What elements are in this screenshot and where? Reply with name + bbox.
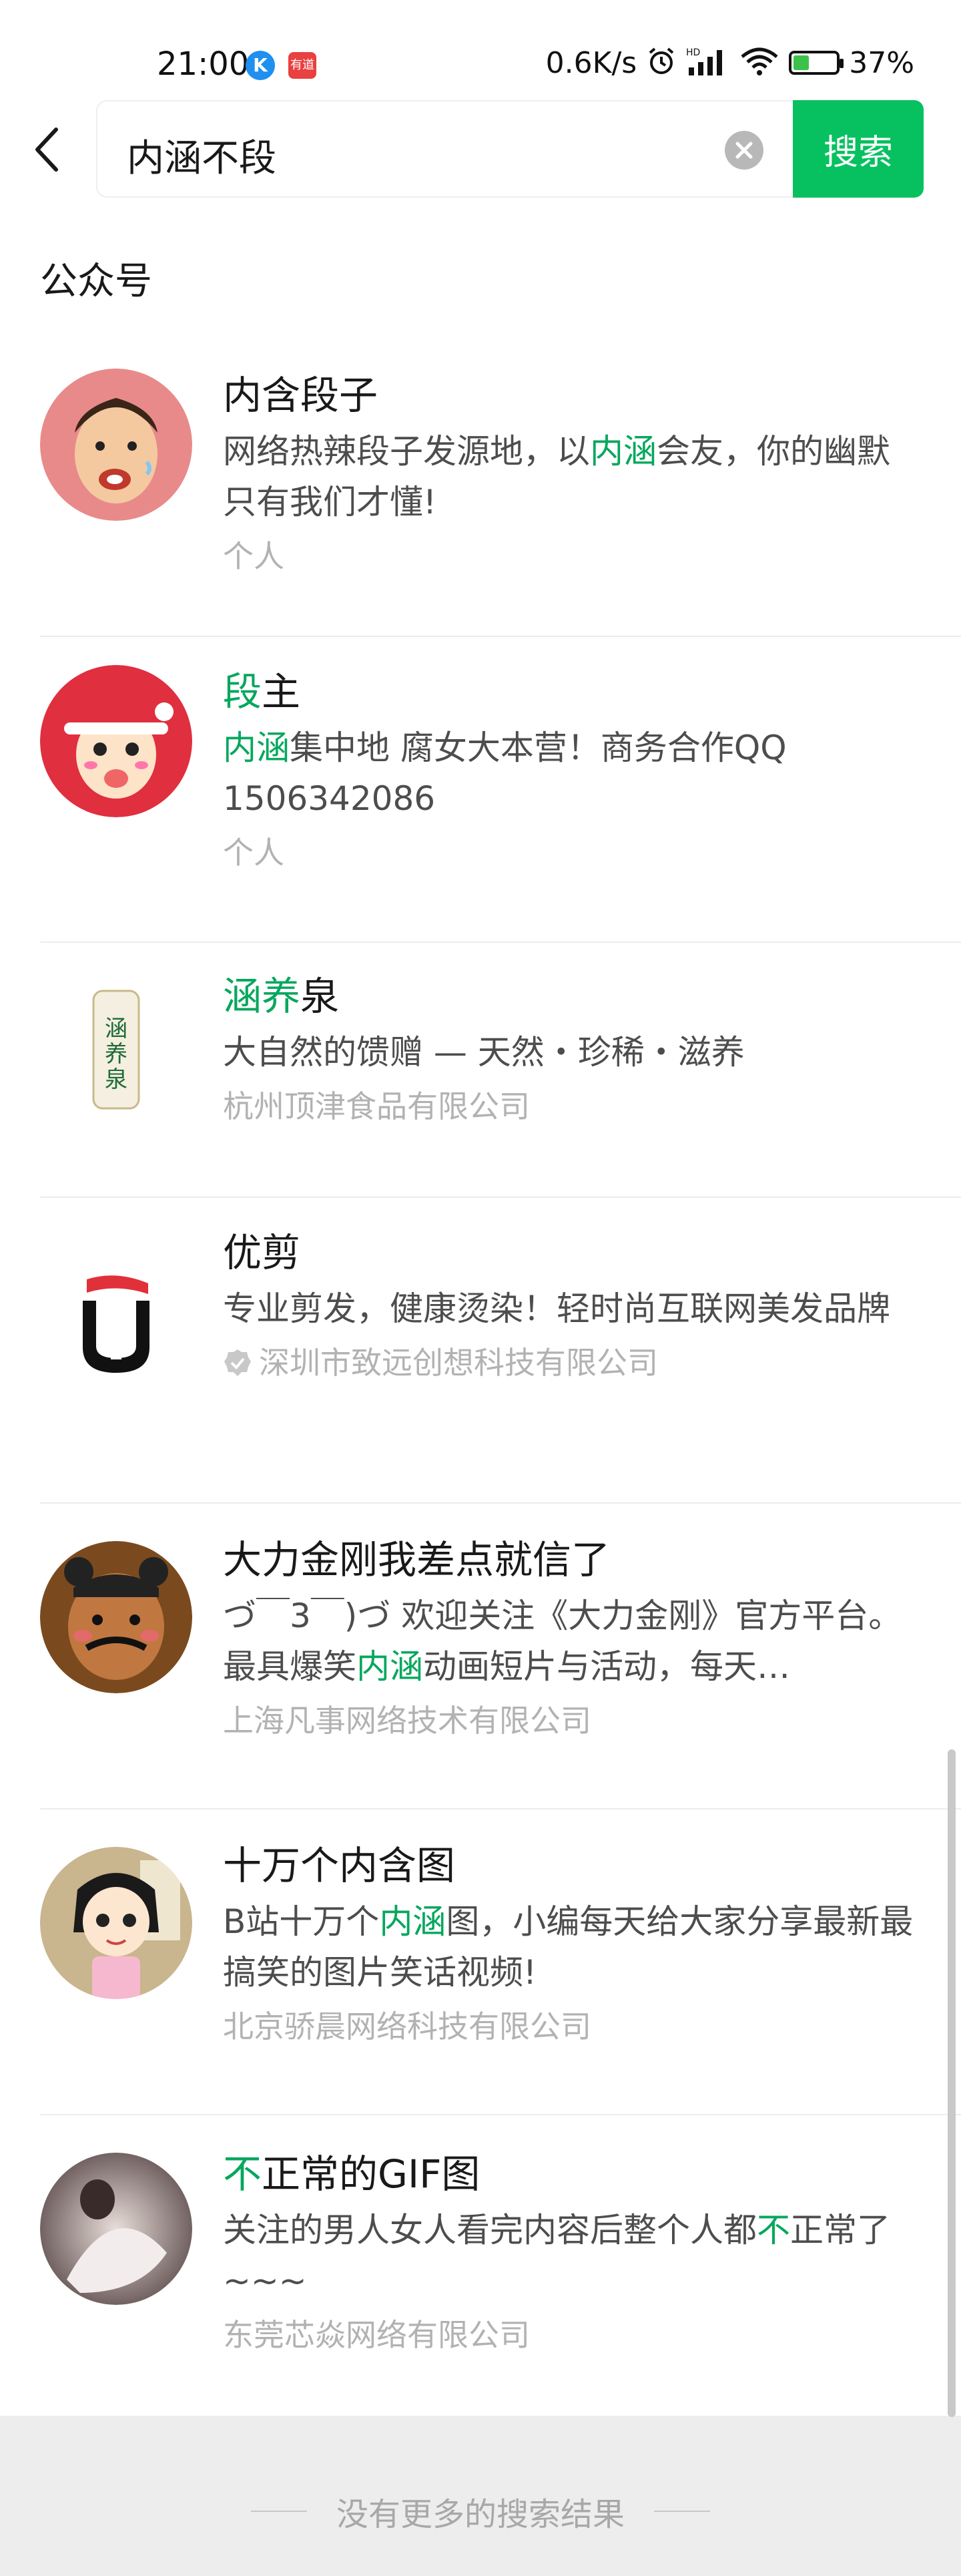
search-query-text[interactable]: 内涵不段: [127, 128, 276, 182]
result-owner: 杭州顶津食品有限公司: [223, 1088, 530, 1124]
result-description: 内涵集中地 腐女大本营！商务合作QQ 1506342086: [223, 728, 787, 818]
result-description: 关注的男人女人看完内容后整个人都不正常了~~~: [223, 2211, 890, 2300]
list-item[interactable]: 段主 内涵集中地 腐女大本营！商务合作QQ 1506342086 个人: [40, 637, 961, 943]
search-button[interactable]: 搜索: [793, 100, 924, 198]
result-owner: 深圳市致远创想科技有限公司: [223, 1341, 914, 1385]
back-button[interactable]: [29, 124, 69, 175]
result-content: 涵养泉 大自然的馈赠 — 天然・珍稀・滋养 杭州顶津食品有限公司: [223, 970, 914, 1128]
status-bar: 21:00 K 有道 0.6K/s HD 37%: [0, 0, 961, 93]
result-content: 段主 内涵集中地 腐女大本营！商务合作QQ 1506342086 个人: [223, 665, 914, 875]
result-owner: 上海凡事网络技术有限公司: [223, 1703, 591, 1739]
svg-text:HD: HD: [686, 47, 700, 58]
result-description: づ￣3￣)づ 欢迎关注《大力金刚》官方平台。最具爆笑内涵动画短片与活动，每天…: [223, 1596, 902, 1686]
no-more-results-footer: 没有更多的搜索结果: [0, 2416, 961, 2576]
svg-text:泉: 泉: [105, 1066, 127, 1093]
status-time: 21:00: [157, 45, 250, 83]
search-input[interactable]: 内涵不段: [96, 100, 793, 198]
avatar: [40, 1246, 192, 1398]
result-content: 优剪 专业剪发，健康烫染！轻时尚互联网美发品牌 深圳市致远创想科技有限公司: [223, 1226, 914, 1385]
back-arrow-icon: [35, 128, 58, 172]
list-item[interactable]: 不正常的GIF图 关注的男人女人看完内容后整个人都不正常了~~~ 东莞芯焱网络有…: [40, 2115, 961, 2424]
clear-search-button[interactable]: [725, 131, 763, 170]
scrollbar[interactable]: [948, 1749, 956, 2417]
result-description: B站十万个内涵图，小编每天给大家分享最新最搞笑的图片笑话视频!: [223, 1902, 914, 1992]
avatar: 涵养泉: [40, 972, 192, 1124]
result-content: 大力金刚我差点就信了 づ￣3￣)づ 欢迎关注《大力金刚》官方平台。最具爆笑内涵动…: [223, 1533, 914, 1743]
avatar: [40, 1847, 192, 1999]
app-notification-icon: K: [246, 51, 275, 80]
result-name: 大力金刚我差点就信了: [223, 1537, 611, 1582]
result-owner: 北京骄晨网络科技有限公司: [223, 2008, 591, 2045]
status-right-group: 0.6K/s HD 37%: [546, 44, 914, 81]
results-list: 内含段子 网络热辣段子发源地，以内涵会友，你的幽默只有我们才懂! 个人 段主 内…: [40, 341, 961, 2424]
result-content: 十万个内含图 B站十万个内涵图，小编每天给大家分享最新最搞笑的图片笑话视频! 北…: [223, 1839, 914, 2049]
network-speed: 0.6K/s: [545, 45, 637, 80]
result-owner: 个人: [223, 538, 284, 574]
footer-divider-right: [654, 2511, 710, 2512]
svg-text:涵: 涵: [105, 1016, 127, 1042]
result-name: 不正常的GIF图: [223, 2151, 480, 2197]
result-content: 不正常的GIF图 关注的男人女人看完内容后整个人都不正常了~~~ 东莞芯焱网络有…: [223, 2147, 914, 2357]
section-title: 公众号: [40, 260, 152, 303]
close-icon: [735, 142, 753, 159]
result-description: 专业剪发，健康烫染！轻时尚互联网美发品牌: [223, 1289, 890, 1328]
result-name: 十万个内含图: [223, 1843, 456, 1888]
result-content: 内含段子 网络热辣段子发源地，以内涵会友，你的幽默只有我们才懂! 个人: [223, 369, 914, 578]
list-item[interactable]: 内含段子 网络热辣段子发源地，以内涵会友，你的幽默只有我们才懂! 个人: [40, 341, 961, 637]
avatar: [40, 1541, 192, 1693]
list-item[interactable]: 大力金刚我差点就信了 づ￣3￣)づ 欢迎关注《大力金刚》官方平台。最具爆笑内涵动…: [40, 1504, 961, 1809]
list-item[interactable]: 涵养泉 涵养泉 大自然的馈赠 — 天然・珍稀・滋养 杭州顶津食品有限公司: [40, 943, 961, 1198]
result-name: 优剪: [223, 1230, 301, 1275]
battery-percent: 37%: [849, 45, 914, 80]
list-item[interactable]: 十万个内含图 B站十万个内涵图，小编每天给大家分享最新最搞笑的图片笑话视频! 北…: [40, 1809, 961, 2115]
signal-hd-icon: HD: [686, 46, 730, 79]
footer-text: 没有更多的搜索结果: [336, 2496, 625, 2533]
avatar: [40, 2153, 192, 2305]
result-description: 网络热辣段子发源地，以内涵会友，你的幽默只有我们才懂!: [223, 432, 890, 521]
search-bar: 内涵不段 搜索: [0, 100, 961, 198]
youdao-notification-icon: 有道: [288, 52, 316, 79]
wifi-icon: [739, 46, 779, 79]
avatar: [40, 369, 192, 521]
svg-text:养: 养: [105, 1041, 127, 1068]
result-owner: 个人: [223, 835, 284, 871]
battery-icon: [789, 51, 844, 75]
result-name: 内含段子: [223, 373, 378, 418]
result-owner: 东莞芯焱网络有限公司: [223, 2317, 530, 2353]
result-description: 大自然的馈赠 — 天然・珍稀・滋养: [223, 1033, 745, 1072]
result-name: 涵养泉: [223, 974, 340, 1019]
verified-badge-icon: [224, 1349, 251, 1376]
result-name: 段主: [223, 669, 301, 714]
list-item[interactable]: 优剪 专业剪发，健康烫染！轻时尚互联网美发品牌 深圳市致远创想科技有限公司: [40, 1198, 961, 1504]
alarm-icon: [646, 46, 677, 79]
avatar: [40, 665, 192, 817]
